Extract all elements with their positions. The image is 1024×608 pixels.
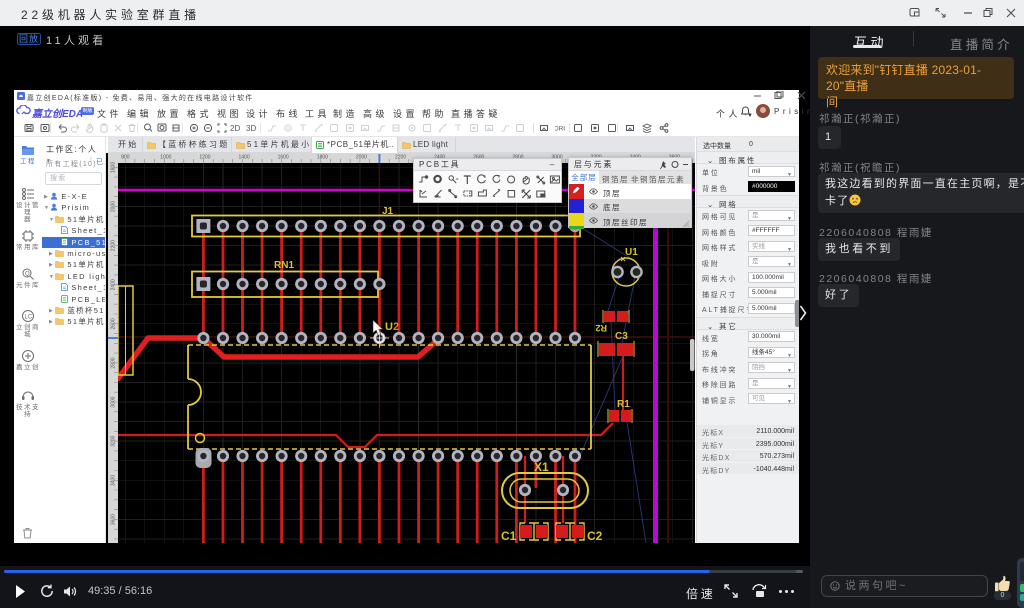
svg-text:3400: 3400: [111, 475, 117, 486]
svg-text:C2: C2: [587, 529, 603, 543]
svg-text:C1: C1: [501, 529, 517, 543]
svg-text:2200: 2200: [395, 155, 406, 161]
svg-text:R2: R2: [595, 323, 607, 333]
svg-text:DRC: DRC: [555, 126, 565, 133]
svg-text:2000: 2000: [111, 201, 117, 212]
svg-text:LC: LC: [25, 315, 33, 321]
svg-text:Q: Q: [25, 272, 30, 278]
svg-text:2D: 2D: [230, 124, 240, 133]
svg-text:2200: 2200: [111, 240, 117, 251]
svg-text:X1: X1: [534, 460, 549, 474]
svg-text:1200: 1200: [199, 155, 210, 161]
svg-text:800: 800: [121, 155, 130, 161]
svg-text:2000: 2000: [356, 155, 367, 161]
svg-text:RN1: RN1: [274, 260, 294, 271]
svg-text:1800: 1800: [317, 155, 328, 161]
svg-text:2600: 2600: [111, 318, 117, 329]
svg-text:U2: U2: [385, 321, 399, 333]
svg-text:2400: 2400: [111, 279, 117, 290]
svg-text:R1: R1: [617, 399, 630, 410]
svg-text:1400: 1400: [239, 155, 250, 161]
svg-text:1000: 1000: [160, 155, 171, 161]
svg-text:1800: 1800: [111, 162, 117, 173]
svg-text:3600: 3600: [111, 514, 117, 525]
svg-text:1600: 1600: [278, 155, 289, 161]
svg-text:C3: C3: [615, 331, 628, 342]
svg-text:3000: 3000: [111, 396, 117, 407]
svg-text:3D: 3D: [246, 124, 256, 133]
svg-text:3200: 3200: [111, 435, 117, 446]
svg-text:U1: U1: [625, 247, 638, 258]
svg-text:2800: 2800: [111, 357, 117, 368]
svg-text:J1: J1: [382, 206, 394, 217]
